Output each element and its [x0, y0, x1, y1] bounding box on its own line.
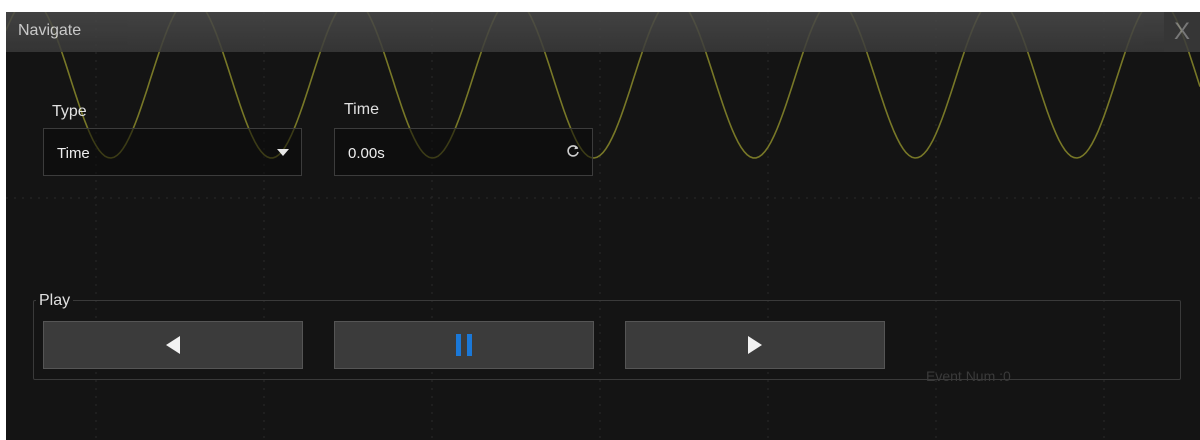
navigate-dialog: Navigate X Type Time Time 0.00s Play Eve… [6, 12, 1200, 440]
pause-button[interactable] [334, 321, 594, 369]
time-input[interactable]: 0.00s [334, 128, 593, 176]
time-label: Time [344, 101, 379, 118]
refresh-icon[interactable] [564, 142, 582, 160]
dialog-title: Navigate [18, 22, 82, 39]
pause-icon [456, 334, 472, 356]
chevron-down-icon [277, 149, 289, 156]
play-forward-button[interactable] [625, 321, 885, 369]
event-number: Event Num :0 [926, 368, 1011, 384]
dialog-titlebar: Navigate X [6, 12, 1200, 52]
triangle-left-icon [166, 336, 180, 354]
close-button[interactable]: X [1164, 12, 1200, 52]
type-value: Time [57, 145, 90, 162]
play-label: Play [36, 292, 74, 310]
time-value: 0.00s [348, 145, 385, 162]
play-backward-button[interactable] [43, 321, 303, 369]
type-label: Type [52, 103, 87, 120]
type-dropdown[interactable]: Time [43, 128, 302, 176]
triangle-right-icon [748, 336, 762, 354]
